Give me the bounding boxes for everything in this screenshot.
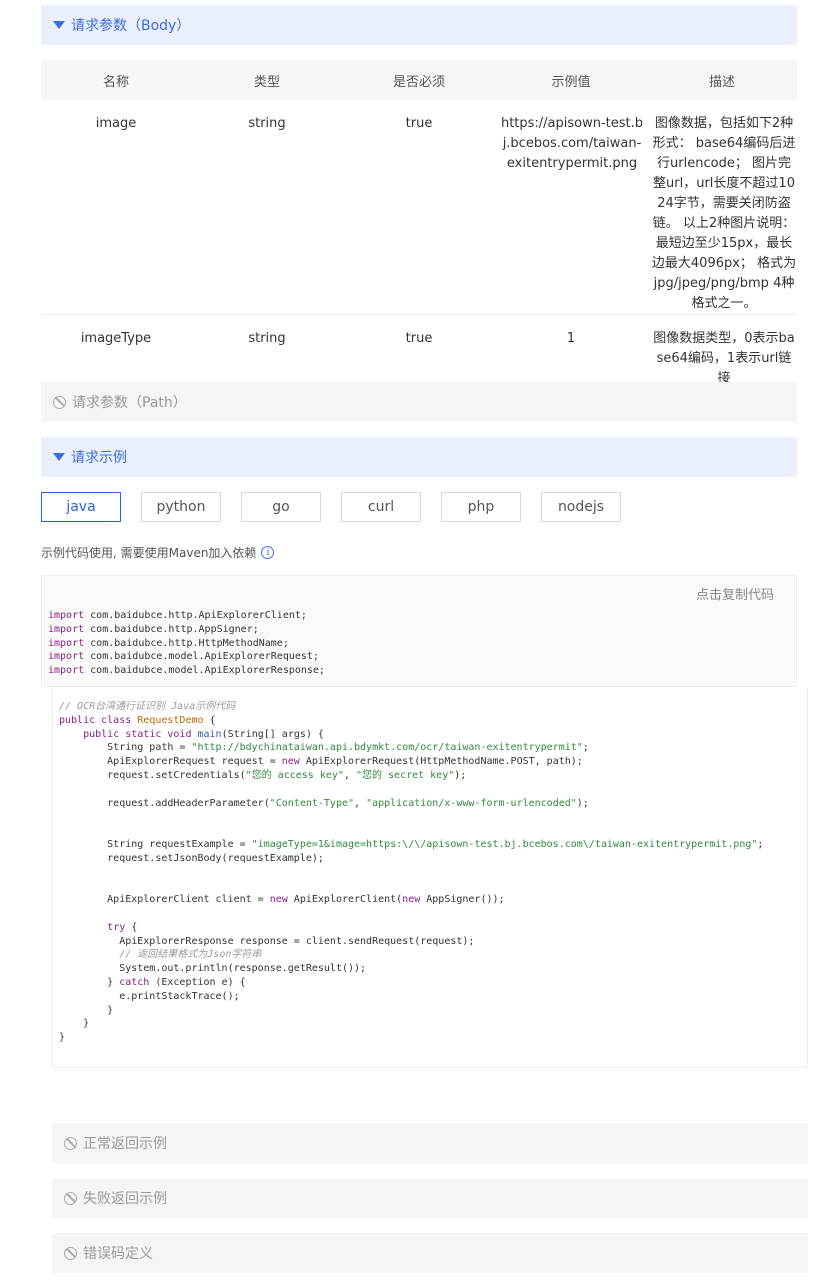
cell-desc: 图像数据，包括如下2种形式： base64编码后进行urlencode； 图片完… (647, 100, 797, 315)
disabled-icon (64, 1136, 77, 1150)
cell-desc: 图像数据类型，0表示base64编码，1表示url链接 (647, 314, 797, 390)
copy-code-button[interactable]: 点击复制代码 (696, 584, 774, 603)
section-error-codes[interactable]: 错误码定义 (52, 1233, 808, 1273)
section-title: 正常返回示例 (83, 1136, 167, 1152)
tab-curl[interactable]: curl (341, 492, 421, 522)
maven-hint: 示例代码使用, 需要使用Maven加入依赖 i (41, 544, 275, 561)
cell-example: https://apisown-test.bj.bcebos.com/taiwa… (495, 100, 647, 315)
section-body-params[interactable]: 请求参数（Body） (41, 5, 797, 45)
cell-required: true (343, 100, 495, 315)
cell-required: true (343, 314, 495, 390)
triangle-down-icon (53, 21, 65, 29)
table-header: 示例值 (495, 60, 647, 100)
section-title: 请求示例 (71, 450, 127, 466)
cell-name: image (41, 100, 191, 315)
tab-nodejs[interactable]: nodejs (541, 492, 621, 522)
triangle-down-icon (53, 453, 65, 461)
cell-name: imageType (41, 314, 191, 390)
section-title: 请求参数（Path） (72, 395, 187, 411)
table-header: 类型 (191, 60, 343, 100)
params-table: 名称 类型 是否必须 示例值 描述 image string true http… (41, 60, 797, 390)
code-imports-block: 点击复制代码 import com.baidubce.http.ApiExplo… (41, 575, 797, 687)
imports-code: import com.baidubce.http.ApiExplorerClie… (48, 610, 325, 677)
disabled-icon (64, 1191, 77, 1205)
table-header: 描述 (647, 60, 797, 100)
cell-type: string (191, 314, 343, 390)
section-path-params[interactable]: 请求参数（Path） (41, 382, 797, 422)
table-row: imageType string true 1 图像数据类型，0表示base64… (41, 314, 797, 390)
code-main-block: // OCR台湾通行证识别 Java示例代码 public class Requ… (52, 688, 808, 1068)
language-tabs: java python go curl php nodejs (41, 492, 621, 522)
table-header: 名称 (41, 60, 191, 100)
section-title: 失败返回示例 (83, 1191, 167, 1207)
disabled-icon (64, 1246, 77, 1260)
section-request-example[interactable]: 请求示例 (41, 437, 797, 477)
disabled-icon (53, 395, 66, 409)
table-header: 是否必须 (343, 60, 495, 100)
cell-example: 1 (495, 314, 647, 390)
section-error-response[interactable]: 失败返回示例 (52, 1178, 808, 1218)
section-title: 错误码定义 (83, 1246, 153, 1262)
tab-java[interactable]: java (41, 492, 121, 522)
main-code: // OCR台湾通行证识别 Java示例代码 public class Requ… (59, 701, 764, 1044)
hint-text: 示例代码使用, 需要使用Maven加入依赖 (41, 546, 257, 560)
section-normal-response[interactable]: 正常返回示例 (52, 1123, 808, 1163)
cell-type: string (191, 100, 343, 315)
table-row: image string true https://apisown-test.b… (41, 100, 797, 315)
tab-php[interactable]: php (441, 492, 521, 522)
section-title: 请求参数（Body） (71, 18, 191, 34)
info-icon[interactable]: i (261, 546, 275, 559)
tab-go[interactable]: go (241, 492, 321, 522)
tab-python[interactable]: python (141, 492, 221, 522)
